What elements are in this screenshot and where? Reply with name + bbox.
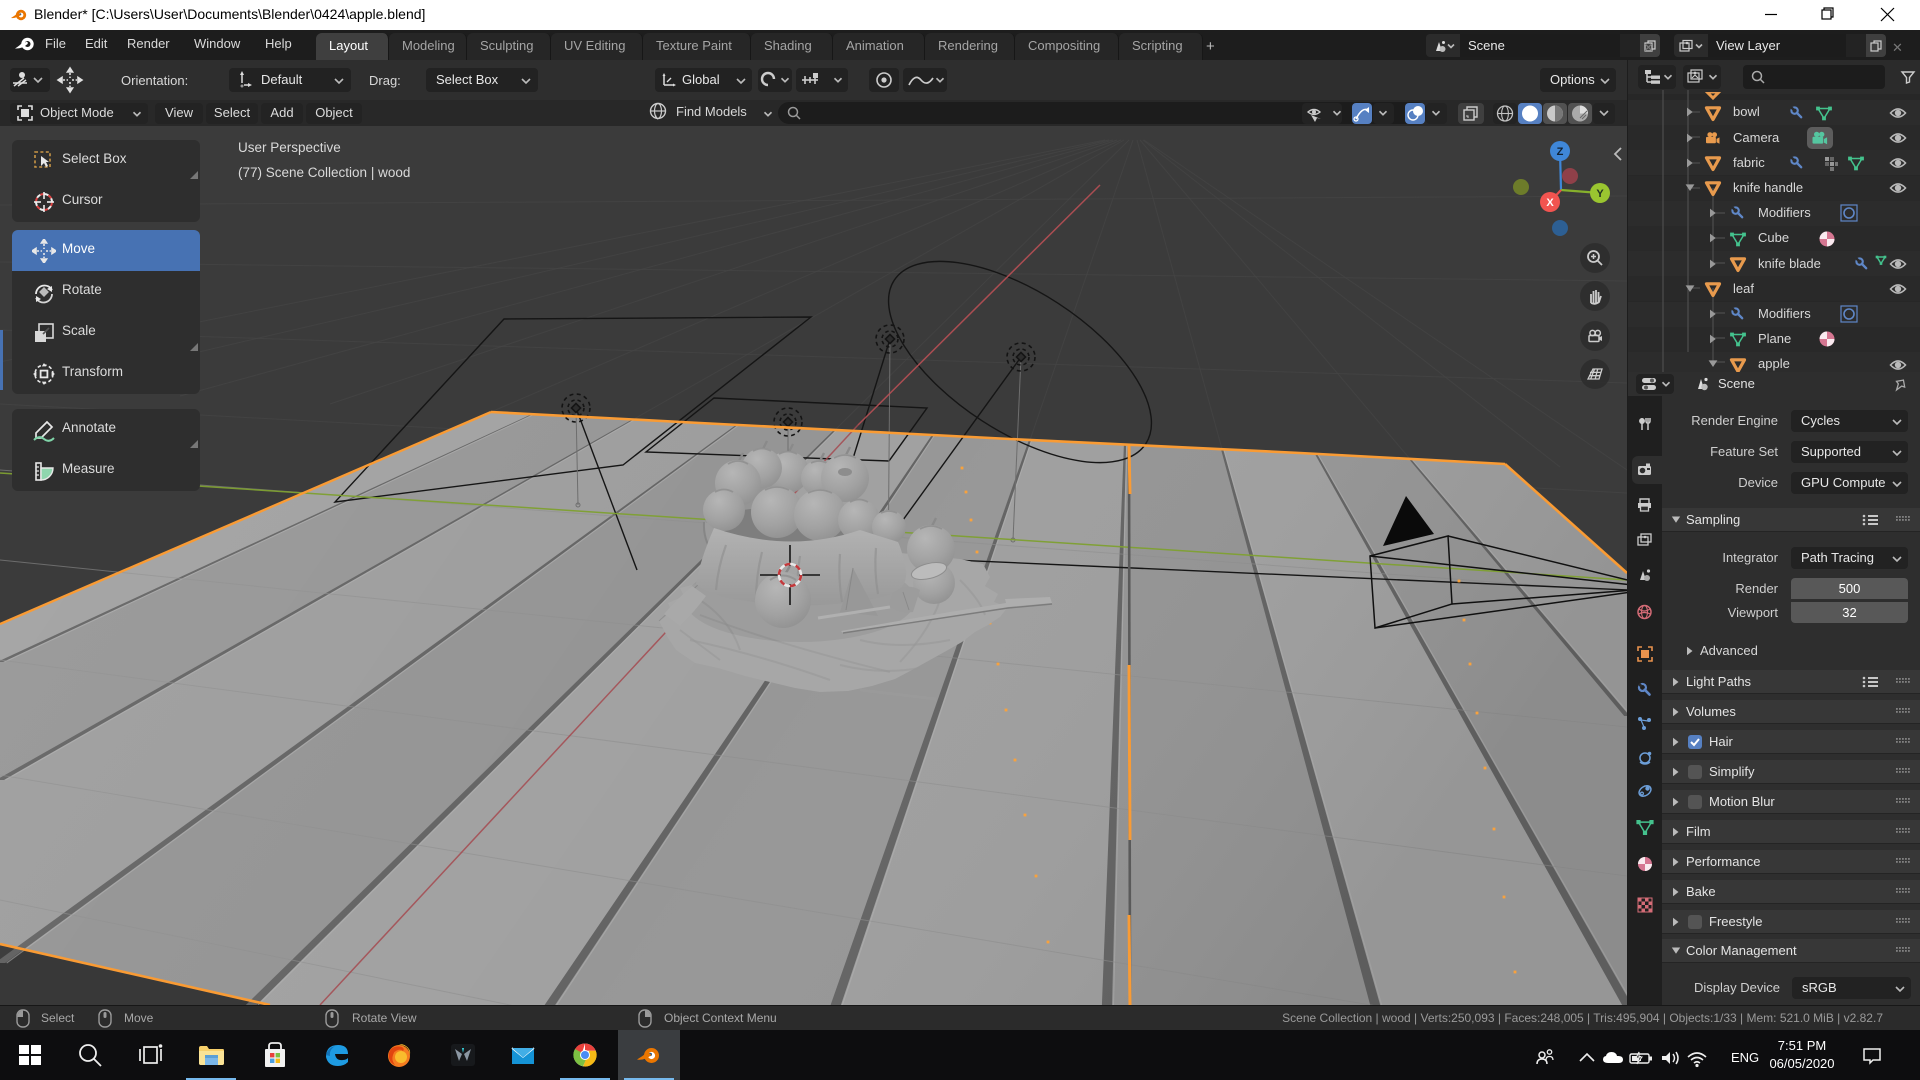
svg-text:Y: Y bbox=[1596, 188, 1604, 200]
svg-text:User Perspective: User Perspective bbox=[238, 140, 341, 155]
svg-text:X: X bbox=[1546, 197, 1554, 209]
svg-text:(77) Scene Collection | wood: (77) Scene Collection | wood bbox=[238, 165, 410, 180]
svg-text:Z: Z bbox=[1557, 146, 1564, 158]
